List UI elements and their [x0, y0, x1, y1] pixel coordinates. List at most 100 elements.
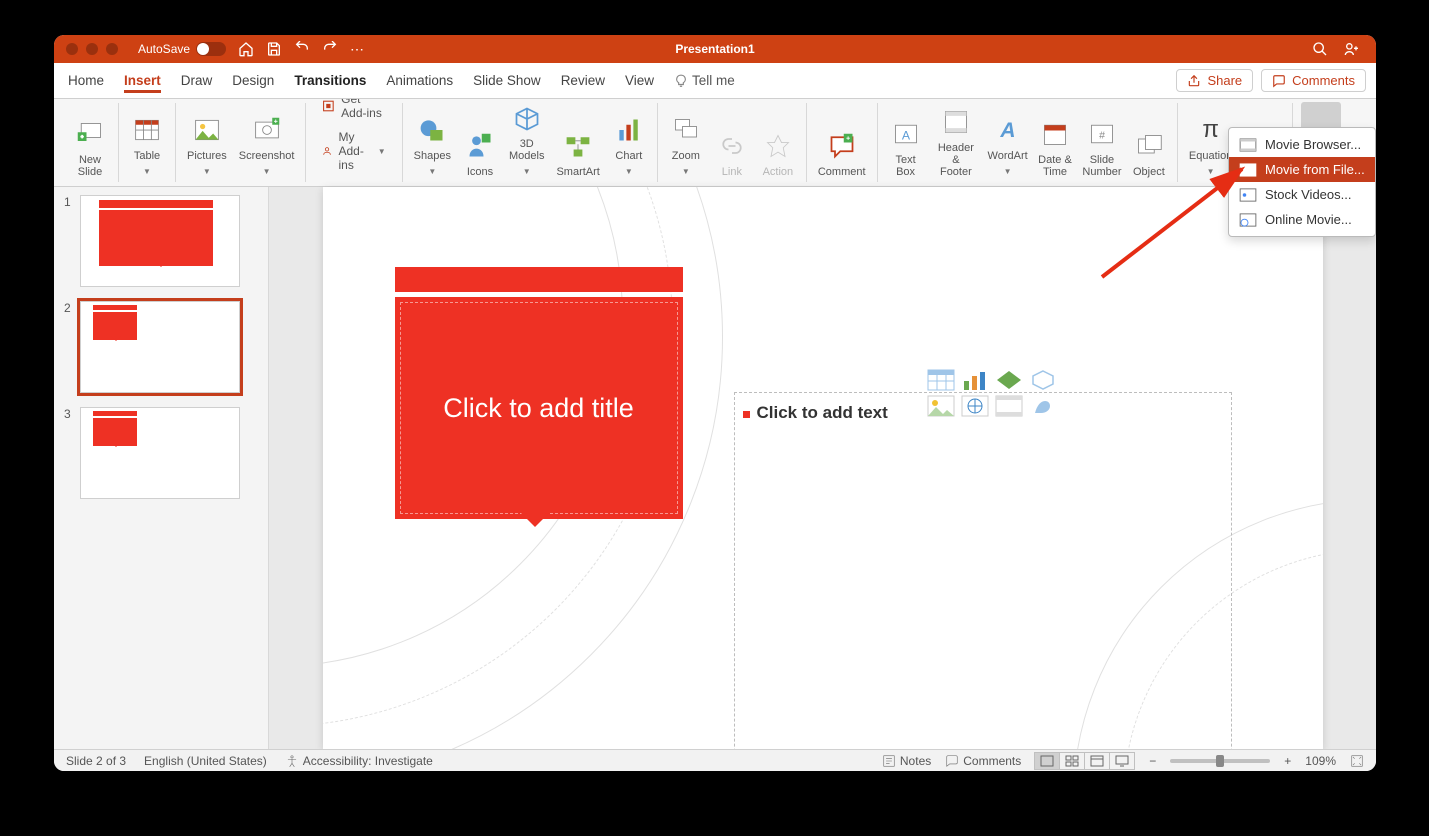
screenshot-button[interactable]: Screenshot▼ — [236, 102, 298, 180]
insert-smartart-icon[interactable] — [995, 369, 1023, 391]
slide-number-icon: # — [1088, 120, 1116, 148]
zoom-out-button[interactable]: − — [1149, 754, 1156, 768]
header-footer-button[interactable]: Header & Footer — [932, 102, 981, 180]
icons-icon — [466, 132, 494, 160]
slide-thumbnails[interactable]: 1 2 3 — [54, 187, 269, 749]
tab-review[interactable]: Review — [561, 69, 605, 92]
movie-from-file-item[interactable]: Movie from File... — [1229, 157, 1375, 182]
save-icon[interactable] — [266, 41, 282, 57]
home-icon[interactable] — [238, 41, 254, 57]
comments-button[interactable]: Comments — [1261, 69, 1366, 92]
smartart-button[interactable]: SmartArt — [553, 102, 602, 180]
comment-button[interactable]: Comment — [815, 102, 869, 180]
tab-design[interactable]: Design — [232, 69, 274, 92]
insert-picture-icon[interactable] — [927, 395, 955, 417]
view-mode-buttons — [1035, 752, 1135, 770]
3d-models-button[interactable]: 3D Models▼ — [506, 102, 547, 180]
stock-videos-item[interactable]: Stock Videos... — [1229, 182, 1375, 207]
more-icon[interactable]: ⋯ — [350, 41, 364, 58]
slide-thumbnail-1[interactable] — [80, 195, 240, 287]
slide-thumbnail-2[interactable] — [80, 301, 240, 393]
shapes-button[interactable]: Shapes▼ — [411, 102, 454, 180]
svg-text:A: A — [999, 119, 1015, 142]
zoom-slider[interactable] — [1170, 759, 1270, 763]
date-time-button[interactable]: Date & Time — [1035, 102, 1075, 180]
insert-icon-icon[interactable] — [1029, 395, 1057, 417]
wordart-button[interactable]: AWordArt▼ — [986, 102, 1029, 180]
film-icon — [1239, 163, 1257, 177]
share-button[interactable]: Share — [1176, 69, 1253, 92]
ribbon-tabs: Home Insert Draw Design Transitions Anim… — [54, 63, 1376, 99]
zoom-icon — [672, 116, 700, 144]
tab-draw[interactable]: Draw — [181, 69, 213, 92]
insert-video-icon[interactable] — [995, 395, 1023, 417]
tab-insert[interactable]: Insert — [124, 69, 161, 93]
my-addins-button[interactable]: My Add-ins ▼ — [318, 128, 389, 174]
fit-to-window-button[interactable] — [1350, 754, 1364, 768]
object-button[interactable]: Object — [1129, 102, 1169, 180]
tab-view[interactable]: View — [625, 69, 654, 92]
table-button[interactable]: Table▼ — [127, 102, 167, 180]
thumb-number: 3 — [64, 407, 74, 499]
slide[interactable]: Click to add title Click to add text — [323, 187, 1323, 749]
slide-number-button[interactable]: #Slide Number — [1081, 102, 1123, 180]
comments-status-button[interactable]: Comments — [945, 754, 1021, 768]
slide-counter[interactable]: Slide 2 of 3 — [66, 754, 126, 768]
title-placeholder[interactable]: Click to add title — [395, 297, 683, 519]
pictures-button[interactable]: Pictures▼ — [184, 102, 230, 180]
insert-3d-icon[interactable] — [1029, 369, 1057, 391]
normal-view-button[interactable] — [1034, 752, 1060, 770]
autosave-toggle[interactable] — [196, 42, 226, 56]
slide-thumbnail-3[interactable] — [80, 407, 240, 499]
zoom-in-button[interactable]: + — [1284, 754, 1291, 768]
thumb-number: 1 — [64, 195, 74, 287]
chart-icon — [615, 116, 643, 144]
slide-canvas-area[interactable]: Click to add title Click to add text — [269, 187, 1376, 749]
undo-icon[interactable] — [294, 41, 310, 57]
language-indicator[interactable]: English (United States) — [144, 754, 267, 768]
tell-me[interactable]: Tell me — [674, 73, 735, 88]
minimize-window-button[interactable] — [86, 43, 98, 55]
search-icon[interactable] — [1312, 41, 1328, 57]
thumb-number: 2 — [64, 301, 74, 393]
stock-icon — [1239, 188, 1257, 202]
bullet-icon — [743, 411, 750, 418]
tab-animations[interactable]: Animations — [386, 69, 453, 92]
icons-button[interactable]: Icons — [460, 102, 500, 180]
link-icon — [718, 132, 746, 160]
online-movie-item[interactable]: Online Movie... — [1229, 207, 1375, 232]
redo-icon[interactable] — [322, 41, 338, 57]
insert-table-icon[interactable] — [927, 369, 955, 391]
tab-slideshow[interactable]: Slide Show — [473, 69, 541, 92]
maximize-window-button[interactable] — [106, 43, 118, 55]
new-slide-button[interactable]: New Slide — [70, 102, 110, 180]
cube-icon — [513, 105, 541, 133]
insert-chart-icon[interactable] — [961, 369, 989, 391]
accessibility-status[interactable]: Accessibility: Investigate — [285, 754, 433, 768]
object-icon — [1135, 132, 1163, 160]
reading-view-button[interactable] — [1084, 752, 1110, 770]
share-people-icon[interactable] — [1342, 41, 1362, 57]
close-window-button[interactable] — [66, 43, 78, 55]
wordart-icon: A — [994, 116, 1022, 144]
slideshow-view-button[interactable] — [1109, 752, 1135, 770]
date-time-icon — [1041, 120, 1069, 148]
sorter-view-button[interactable] — [1059, 752, 1085, 770]
tab-transitions[interactable]: Transitions — [294, 69, 366, 92]
tab-home[interactable]: Home — [68, 69, 104, 92]
chart-button[interactable]: Chart▼ — [609, 102, 649, 180]
get-addins-button[interactable]: Get Add-ins — [318, 99, 389, 122]
notes-icon — [882, 754, 896, 768]
content-placeholder[interactable]: Click to add text — [735, 393, 1231, 749]
film-icon — [1239, 138, 1257, 152]
comment-status-icon — [945, 754, 959, 768]
action-button: Action — [758, 102, 798, 180]
share-icon — [1187, 74, 1201, 88]
notes-button[interactable]: Notes — [882, 754, 931, 768]
comment-ribbon-icon — [828, 132, 856, 160]
zoom-level[interactable]: 109% — [1305, 754, 1336, 768]
insert-online-picture-icon[interactable] — [961, 395, 989, 417]
movie-browser-item[interactable]: Movie Browser... — [1229, 132, 1375, 157]
zoom-button[interactable]: Zoom▼ — [666, 102, 706, 180]
text-box-button[interactable]: AText Box — [886, 102, 926, 180]
